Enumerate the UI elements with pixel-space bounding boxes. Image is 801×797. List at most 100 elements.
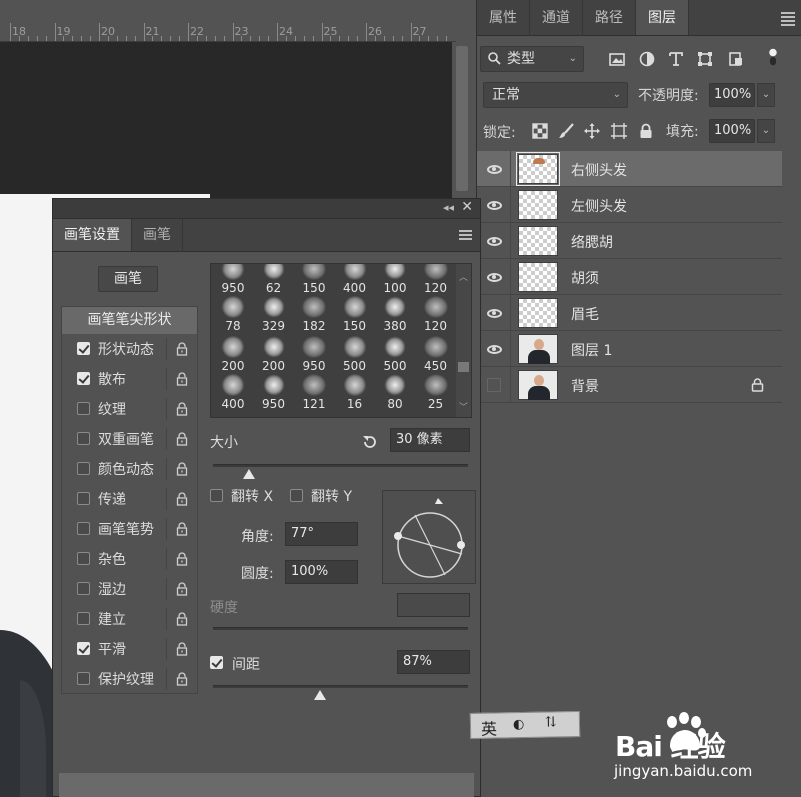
layer-thumbnail[interactable] xyxy=(518,298,558,328)
option-label[interactable]: 双重画笔 xyxy=(98,429,154,449)
image-filter-icon[interactable] xyxy=(608,50,626,68)
smart-object-filter-icon[interactable] xyxy=(727,50,745,68)
shape-filter-icon[interactable] xyxy=(696,50,714,68)
size-input[interactable]: 30 像素 xyxy=(390,428,470,452)
close-icon[interactable]: ✕ xyxy=(461,199,473,215)
brush-tip-preset[interactable]: 400 xyxy=(335,264,375,297)
option-checkbox[interactable] xyxy=(77,492,90,505)
option-label[interactable]: 湿边 xyxy=(98,579,126,599)
ime-language-label[interactable]: 英 xyxy=(481,715,497,739)
brush-tip-preset[interactable]: 25 xyxy=(416,373,456,413)
option-checkbox[interactable] xyxy=(77,462,90,475)
collapse-icon[interactable]: ◂◂ xyxy=(443,201,454,214)
lock-all-icon[interactable] xyxy=(638,123,654,139)
layer-thumbnail[interactable] xyxy=(516,152,560,186)
layer-thumbnail[interactable] xyxy=(518,370,558,400)
option-label[interactable]: 散布 xyxy=(98,369,126,389)
eye-hidden-icon[interactable] xyxy=(487,378,501,392)
spacing-checkbox[interactable] xyxy=(210,656,223,669)
fill-dropdown-button[interactable]: ⌄ xyxy=(757,119,775,143)
lock-icon[interactable] xyxy=(751,378,764,392)
layer-name[interactable]: 左侧头发 xyxy=(571,196,627,216)
tab-brush-settings[interactable]: 画笔设置 xyxy=(53,219,132,251)
brush-tip-preset[interactable]: 950 xyxy=(294,335,334,375)
option-lock-icon[interactable] xyxy=(176,552,188,566)
layer-row[interactable]: 左侧头发 xyxy=(477,187,782,223)
flip-y-checkbox[interactable] xyxy=(290,489,303,502)
brush-tip-preset[interactable]: 121 xyxy=(294,373,334,413)
brush-tip-preset[interactable]: 120 xyxy=(416,264,456,297)
brush-tip-preset[interactable]: 150 xyxy=(335,295,375,335)
visibility-toggle[interactable] xyxy=(477,367,511,403)
layer-name[interactable]: 图层 1 xyxy=(571,340,612,360)
flip-x-checkbox[interactable] xyxy=(210,489,223,502)
tab-layers[interactable]: 图层 xyxy=(636,0,689,35)
brush-presets-button[interactable]: 画笔 xyxy=(98,266,158,292)
eye-icon[interactable] xyxy=(487,273,502,282)
eye-icon[interactable] xyxy=(487,309,502,318)
lock-position-icon[interactable] xyxy=(584,123,600,139)
filter-toggle-icon[interactable] xyxy=(764,48,782,66)
opacity-dropdown-button[interactable]: ⌄ xyxy=(757,83,775,107)
type-filter-icon[interactable] xyxy=(667,50,685,68)
visibility-toggle[interactable] xyxy=(477,295,511,331)
punctuation-icon[interactable]: ⇅ xyxy=(545,714,557,730)
option-checkbox[interactable] xyxy=(77,642,90,655)
brush-tip-preset[interactable]: 450 xyxy=(416,335,456,375)
brush-tip-preset[interactable]: 950 xyxy=(213,264,253,297)
brush-tip-preset[interactable]: 62 xyxy=(254,264,294,297)
brush-option-row[interactable]: 保护纹理 xyxy=(62,664,197,694)
layer-thumbnail[interactable] xyxy=(518,190,558,220)
eye-icon[interactable] xyxy=(487,201,502,210)
layer-row[interactable]: 背景 xyxy=(477,367,782,403)
tab-brushes[interactable]: 画笔 xyxy=(132,219,183,251)
brush-tip-preset[interactable]: 500 xyxy=(375,335,415,375)
brush-option-row[interactable]: 湿边 xyxy=(62,574,197,604)
spacing-slider[interactable] xyxy=(213,685,468,688)
brush-option-row[interactable]: 画笔笔势 xyxy=(62,514,197,544)
option-lock-icon[interactable] xyxy=(176,372,188,386)
layer-row[interactable]: 眉毛 xyxy=(477,295,782,331)
layer-name[interactable]: 眉毛 xyxy=(571,304,599,324)
brush-tip-preset[interactable]: 100 xyxy=(375,264,415,297)
angle-input[interactable]: 77° xyxy=(285,522,358,546)
brush-option-row[interactable]: 平滑 xyxy=(62,634,197,664)
layer-name[interactable]: 背景 xyxy=(571,376,599,396)
option-lock-icon[interactable] xyxy=(176,342,188,356)
option-checkbox[interactable] xyxy=(77,342,90,355)
option-label[interactable]: 形状动态 xyxy=(98,339,154,359)
brush-option-row[interactable]: 建立 xyxy=(62,604,197,634)
option-label[interactable]: 纹理 xyxy=(98,399,126,419)
option-checkbox[interactable] xyxy=(77,582,90,595)
brush-tip-preset[interactable]: 329 xyxy=(254,295,294,335)
brush-tip-preset[interactable]: 16 xyxy=(335,373,375,413)
option-label[interactable]: 传递 xyxy=(98,489,126,509)
option-checkbox[interactable] xyxy=(77,402,90,415)
option-lock-icon[interactable] xyxy=(176,672,188,686)
scrollbar-thumb[interactable] xyxy=(458,362,469,372)
option-label[interactable]: 杂色 xyxy=(98,549,126,569)
lock-transparent-icon[interactable] xyxy=(532,123,548,139)
brush-option-row[interactable]: 散布 xyxy=(62,364,197,394)
layer-name[interactable]: 胡须 xyxy=(571,268,599,288)
brush-tip-preset[interactable]: 380 xyxy=(375,295,415,335)
tab-channels[interactable]: 通道 xyxy=(530,0,583,35)
layer-name[interactable]: 右侧头发 xyxy=(571,160,627,180)
scroll-up-icon[interactable]: ︿ xyxy=(459,270,468,283)
option-checkbox[interactable] xyxy=(77,372,90,385)
visibility-toggle[interactable] xyxy=(477,331,511,367)
brush-tip-grid[interactable]: 950 62 150 400 100 120 78 329 182 150 380 120 200 200… xyxy=(210,263,472,418)
size-slider-thumb[interactable] xyxy=(242,469,255,479)
brush-tip-preset[interactable]: 150 xyxy=(294,264,334,297)
brush-option-row[interactable]: 形状动态 xyxy=(62,334,197,364)
brush-tip-preset[interactable]: 200 xyxy=(254,335,294,375)
option-label[interactable]: 平滑 xyxy=(98,639,126,659)
moon-icon[interactable]: ◐ xyxy=(513,717,525,732)
visibility-toggle[interactable] xyxy=(477,223,511,259)
option-lock-icon[interactable] xyxy=(176,522,188,536)
adjustment-filter-icon[interactable] xyxy=(638,50,656,68)
blend-mode-select[interactable]: 正常 ⌄ xyxy=(483,82,628,108)
layer-row[interactable]: 络腮胡 xyxy=(477,223,782,259)
brush-tip-preset[interactable]: 950 xyxy=(254,373,294,413)
layer-thumbnail[interactable] xyxy=(518,334,558,364)
